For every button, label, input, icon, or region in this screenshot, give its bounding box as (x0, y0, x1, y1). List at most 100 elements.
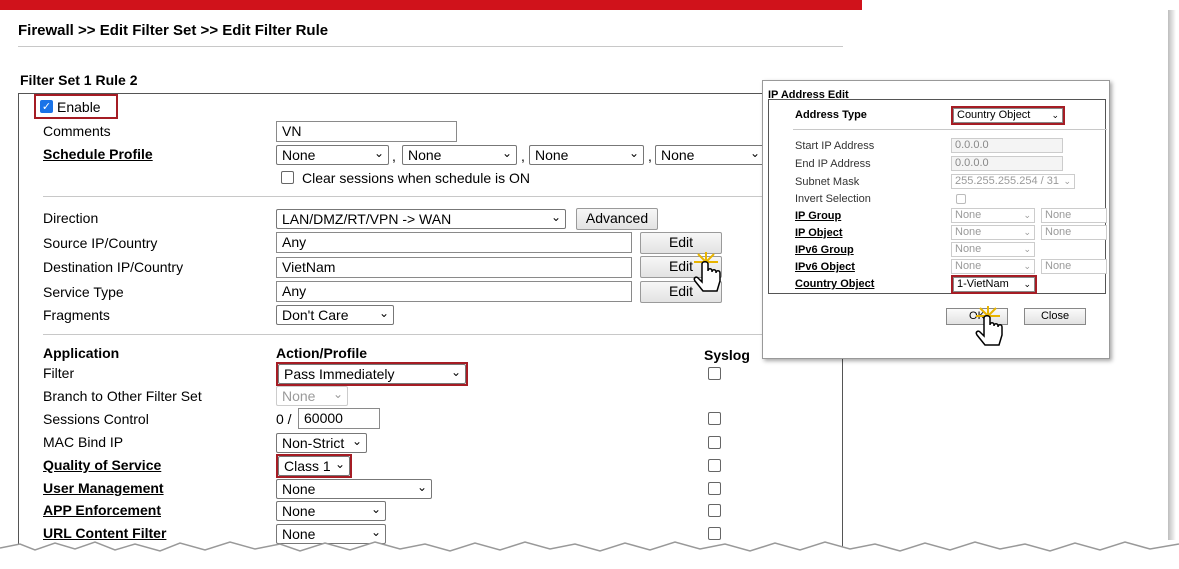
breadcrumb: Firewall >> Edit Filter Set >> Edit Filt… (18, 22, 329, 39)
user-mgmt-syslog-checkbox[interactable] (708, 482, 721, 495)
schedule-select-2[interactable]: None ⌄ (402, 145, 517, 165)
invert-selection-checkbox[interactable] (956, 194, 966, 204)
user-management-select[interactable]: None ⌄ (276, 479, 432, 499)
filter-rule-panel: ✓ Enable Comments VN Schedule Profile No… (18, 93, 843, 553)
ipv6-object-select-1[interactable]: None ⌄ (951, 259, 1035, 274)
chevron-down-icon: ⌄ (1023, 244, 1031, 254)
schedule-select-4[interactable]: None ⌄ (655, 145, 765, 165)
subnet-mask-select[interactable]: 255.255.255.254 / 31 ⌄ (951, 174, 1075, 189)
country-object-select[interactable]: 1-VietNam ⌄ (953, 277, 1035, 292)
sessions-prefix: 0 / (276, 411, 292, 427)
torn-edge-decoration (0, 541, 1179, 569)
mac-syslog-checkbox[interactable] (708, 436, 721, 449)
start-ip-input[interactable]: 0.0.0.0 (951, 138, 1063, 153)
mac-bind-select[interactable]: Non-Strict ⌄ (276, 433, 367, 453)
advanced-button[interactable]: Advanced (576, 208, 658, 230)
sessions-syslog-checkbox[interactable] (708, 412, 721, 425)
schedule-profile-link[interactable]: Schedule Profile (43, 146, 153, 162)
chevron-down-icon: ⌄ (416, 480, 427, 494)
end-ip-label: End IP Address (795, 158, 871, 170)
service-input[interactable]: Any (276, 281, 632, 302)
country-object-link[interactable]: Country Object (795, 278, 874, 290)
source-input[interactable]: Any (276, 232, 632, 253)
schedule-select-1[interactable]: None ⌄ (276, 145, 389, 165)
comments-label: Comments (43, 123, 111, 139)
app-enforcement-link[interactable]: APP Enforcement (43, 502, 161, 518)
user-management-link[interactable]: User Management (43, 480, 164, 496)
schedule-select-3[interactable]: None ⌄ (529, 145, 644, 165)
chevron-down-icon: ⌄ (450, 365, 461, 379)
fragments-select[interactable]: Don't Care ⌄ (276, 305, 394, 325)
chevron-down-icon: ⌄ (628, 146, 639, 160)
chevron-down-icon: ⌄ (370, 502, 381, 516)
ip-object-select-2[interactable]: None (1041, 225, 1107, 240)
invert-selection-label: Invert Selection (795, 193, 871, 205)
direction-label: Direction (43, 210, 99, 226)
qos-link[interactable]: Quality of Service (43, 457, 161, 473)
filter-select[interactable]: Pass Immediately ⌄ (278, 364, 466, 384)
destination-label: Destination IP/Country (43, 259, 184, 275)
clear-sessions-label: Clear sessions when schedule is ON (302, 170, 530, 186)
source-label: Source IP/Country (43, 235, 158, 251)
mac-bind-label: MAC Bind IP (43, 434, 124, 450)
enable-label: Enable (57, 99, 101, 115)
enable-checkbox[interactable]: ✓ (40, 100, 53, 113)
ip-group-select-1[interactable]: None ⌄ (951, 208, 1035, 223)
dialog-divider (793, 129, 1107, 130)
chevron-down-icon: ⌄ (334, 457, 345, 471)
comments-input[interactable]: VN (276, 121, 457, 142)
chevron-down-icon: ⌄ (501, 146, 512, 160)
app-syslog-checkbox[interactable] (708, 504, 721, 517)
syslog-header: Syslog (704, 347, 750, 363)
hand-pointer-cursor-icon (693, 252, 721, 292)
ip-object-link[interactable]: IP Object (795, 227, 842, 239)
direction-select[interactable]: LAN/DMZ/RT/VPN -> WAN ⌄ (276, 209, 566, 229)
page-title: Filter Set 1 Rule 2 (20, 72, 138, 88)
application-header: Application (43, 345, 120, 361)
filter-label: Filter (43, 365, 75, 381)
ip-group-select-2[interactable]: None (1041, 208, 1107, 223)
breadcrumb-divider (18, 46, 843, 47)
chevron-down-icon: ⌄ (1051, 110, 1059, 120)
ipv6-object-link[interactable]: IPv6 Object (795, 261, 855, 273)
chevron-down-icon: ⌄ (1023, 210, 1031, 220)
chevron-down-icon: ⌄ (1023, 279, 1031, 289)
sessions-control-label: Sessions Control (43, 411, 149, 427)
action-profile-header: Action/Profile (276, 345, 368, 361)
source-edit-button[interactable]: Edit (640, 232, 722, 254)
ip-object-select-1[interactable]: None ⌄ (951, 225, 1035, 240)
ip-group-link[interactable]: IP Group (795, 210, 841, 222)
top-accent-bar (0, 0, 862, 10)
chevron-down-icon: ⌄ (378, 306, 389, 320)
chevron-down-icon: ⌄ (550, 210, 561, 224)
ipv6-object-select-2[interactable]: None (1041, 259, 1107, 274)
section-divider (43, 196, 763, 197)
chevron-down-icon: ⌄ (373, 146, 384, 160)
section-divider (43, 334, 763, 335)
hand-pointer-cursor-icon (975, 306, 1003, 346)
app-enforcement-select[interactable]: None ⌄ (276, 501, 386, 521)
qos-select[interactable]: Class 1 ⌄ (278, 456, 350, 476)
branch-label: Branch to Other Filter Set (43, 388, 202, 404)
chevron-down-icon: ⌄ (1063, 176, 1071, 186)
chevron-down-icon: ⌄ (332, 387, 343, 401)
close-button[interactable]: Close (1024, 308, 1086, 325)
qos-syslog-checkbox[interactable] (708, 459, 721, 472)
destination-input[interactable]: VietNam (276, 257, 632, 278)
chevron-down-icon: ⌄ (370, 525, 381, 539)
chevron-down-icon: ⌄ (749, 146, 760, 160)
address-type-select[interactable]: Country Object ⌄ (953, 108, 1063, 123)
ip-address-edit-dialog: IP Address Edit Address Type Country Obj… (762, 80, 1110, 359)
dialog-form: Address Type Country Object ⌄ Start IP Ad… (768, 99, 1107, 294)
end-ip-input[interactable]: 0.0.0.0 (951, 156, 1063, 171)
branch-select[interactable]: None ⌄ (276, 386, 348, 406)
ipv6-group-select[interactable]: None ⌄ (951, 242, 1035, 257)
filter-syslog-checkbox[interactable] (708, 367, 721, 380)
address-type-label: Address Type (795, 109, 867, 121)
start-ip-label: Start IP Address (795, 140, 875, 152)
clear-sessions-checkbox[interactable] (281, 171, 294, 184)
chevron-down-icon: ⌄ (351, 434, 362, 448)
fragments-label: Fragments (43, 307, 110, 323)
sessions-control-input[interactable]: 60000 (298, 408, 380, 429)
ipv6-group-link[interactable]: IPv6 Group (795, 244, 854, 256)
